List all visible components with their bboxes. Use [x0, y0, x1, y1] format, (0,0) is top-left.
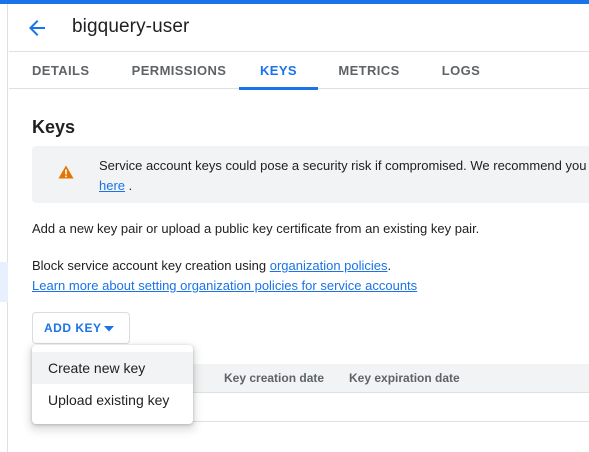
policy-suffix: . — [387, 258, 392, 273]
learn-more-link[interactable]: Learn more about setting organization po… — [32, 278, 417, 293]
arrow-back-icon — [29, 20, 45, 36]
warning-here-link[interactable]: here — [99, 178, 125, 193]
menu-item-upload-existing-key[interactable]: Upload existing key — [32, 384, 193, 416]
organization-policies-link[interactable]: organization policies — [270, 258, 388, 273]
page-title: bigquery-user — [72, 16, 190, 37]
keys-description: Add a new key pair or upload a public ke… — [32, 221, 480, 236]
warning-icon — [58, 165, 74, 179]
add-key-menu: Create new key Upload existing key — [32, 345, 193, 424]
tab-details[interactable]: DETAILS — [32, 52, 89, 89]
back-button[interactable] — [25, 16, 49, 40]
column-key-creation-date[interactable]: Key creation date — [224, 371, 324, 385]
warning-text: Service account keys could pose a securi… — [99, 158, 587, 173]
tab-logs[interactable]: LOGS — [440, 52, 482, 89]
left-navigation-rail — [0, 4, 8, 452]
caret-down-icon — [104, 326, 114, 332]
warning-suffix: . — [128, 178, 133, 193]
policy-text: Block service account key creation using… — [32, 258, 391, 273]
column-key-expiration-date[interactable]: Key expiration date — [349, 371, 460, 385]
add-key-label: ADD KEY — [44, 321, 102, 335]
keys-heading: Keys — [32, 117, 76, 137]
add-key-button[interactable]: ADD KEY — [32, 312, 130, 344]
left-rail-highlight — [0, 262, 8, 302]
tab-bar: DETAILS PERMISSIONS KEYS METRICS LOGS — [9, 52, 589, 90]
tab-permissions[interactable]: PERMISSIONS — [127, 52, 231, 89]
page-header: bigquery-user — [9, 4, 589, 52]
tab-metrics[interactable]: METRICS — [337, 52, 401, 89]
tab-keys[interactable]: KEYS — [239, 52, 318, 90]
warning-message: Service account keys could pose a securi… — [99, 156, 586, 196]
menu-item-create-new-key[interactable]: Create new key — [32, 352, 193, 384]
policy-prefix: Block service account key creation using — [32, 258, 270, 273]
security-warning-banner: Service account keys could pose a securi… — [32, 146, 589, 203]
